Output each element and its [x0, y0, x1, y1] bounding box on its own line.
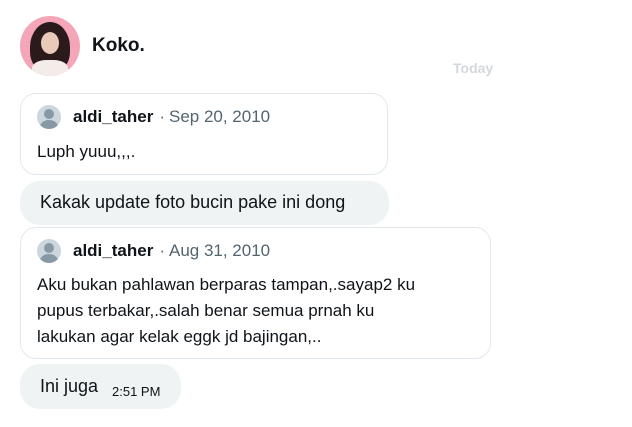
user-avatar-icon — [37, 239, 61, 263]
message-text: Ini juga — [40, 376, 99, 396]
quoted-post-header: aldi_taher · Aug 31, 2010 — [37, 238, 270, 264]
user-avatar-icon — [37, 105, 61, 129]
quoted-post-username: aldi_taher — [73, 241, 154, 260]
quoted-post-date: Sep 20, 2010 — [168, 107, 271, 126]
message-text: Kakak update foto bucin pake ini dong — [40, 192, 346, 212]
conversation-header: Koko. — [20, 16, 145, 76]
quoted-post-card[interactable]: aldi_taher · Aug 31, 2010 Aku bukan pahl… — [20, 227, 491, 359]
quoted-post-line: Aku bukan pahlawan berparas tampan,.saya… — [37, 275, 416, 294]
message-timestamp: 2:51 PM — [112, 384, 161, 399]
quoted-post-line: pupus terbakar,.salah benar semua prnah … — [37, 301, 375, 320]
quoted-post-card[interactable]: aldi_taher · Sep 20, 2010 Luph yuuu,,,. — [20, 93, 388, 175]
quoted-post-header: aldi_taher · Sep 20, 2010 — [37, 104, 270, 130]
sender-name[interactable]: Koko. — [92, 35, 145, 57]
quoted-post-date: Aug 31, 2010 — [168, 241, 271, 260]
quoted-post-text: Luph yuuu,,,. — [37, 142, 136, 161]
dot-separator: · — [159, 107, 165, 126]
dot-separator: · — [159, 241, 165, 260]
sender-avatar[interactable] — [20, 16, 80, 76]
quoted-post-line: lakukan agar kelak eggk jd bajingan,.. — [37, 327, 322, 346]
date-separator: Today — [453, 60, 494, 76]
message-bubble[interactable]: Kakak update foto bucin pake ini dong — [20, 181, 389, 225]
quoted-post-text: Aku bukan pahlawan berparas tampan,.saya… — [37, 272, 415, 350]
quoted-post-username: aldi_taher — [73, 107, 154, 126]
message-bubble[interactable]: Ini juga 2:51 PM — [20, 364, 181, 409]
